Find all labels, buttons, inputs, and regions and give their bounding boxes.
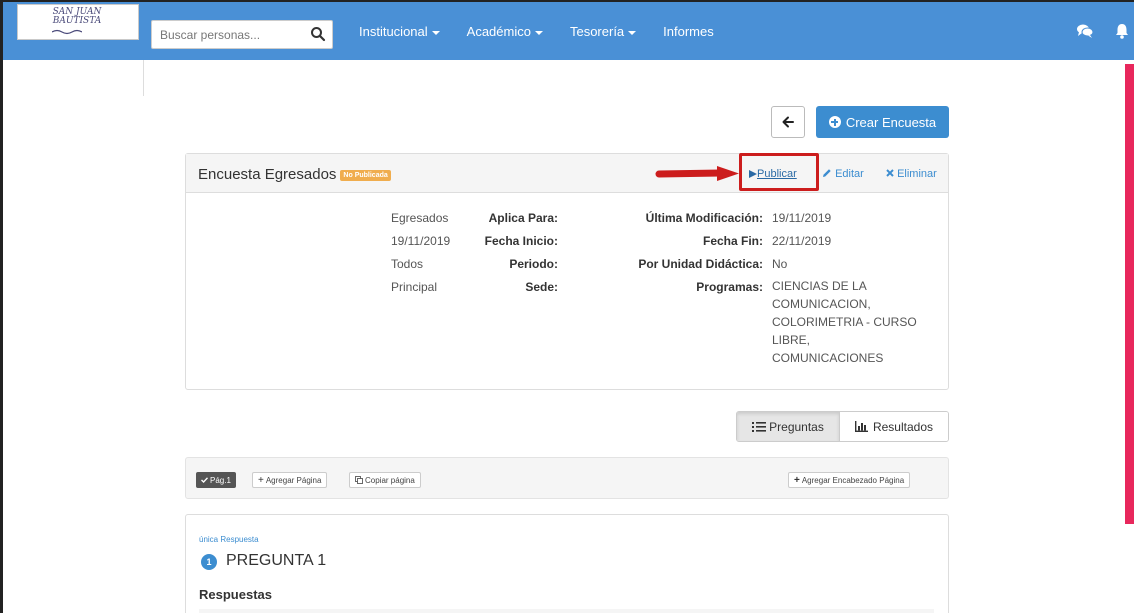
menu-institucional[interactable]: Institucional [359,24,440,39]
menu-academico[interactable]: Académico [467,24,543,39]
question-number-badge: 1 [201,554,217,570]
pencil-icon [823,169,831,177]
answers-heading: Respuestas [199,587,272,602]
add-page-header-label: Agregar Encabezado Página [801,475,905,485]
field-value-sede: Principal [391,280,438,294]
add-page-label: Agregar Página [265,475,322,485]
field-label-programas: Programas: [696,280,763,294]
plus-icon: + [794,474,800,486]
field-label-sede: Sede: [525,280,558,294]
check-icon [201,477,208,483]
programas-line: COMUNICACIONES [772,351,884,365]
field-value-programas: CIENCIAS DE LA COMUNICACION, COLORIMETRI… [772,277,917,367]
page-1-label: Pág.1 [210,475,231,485]
survey-title: Encuesta Egresados No Publicada [198,166,391,183]
create-survey-label: Crear Encuesta [845,114,937,130]
institution-logo[interactable]: SAN JUAN BAUTISTA [17,4,139,40]
add-page-button[interactable]: + Agregar Página [252,472,328,488]
field-value-fecha-inicio: 19/11/2019 [391,234,451,248]
copy-icon [355,476,363,484]
menu-academico-label: Académico [466,24,531,39]
caret-down-icon [628,30,637,35]
plus-circle-icon [828,116,841,128]
programas-line: COMUNICACION, [772,297,871,311]
publish-highlight-box [739,153,819,191]
menu-tesoreria[interactable]: Tesorería [569,24,637,39]
logo-text: SAN JUAN BAUTISTA [52,7,102,26]
sidebar-divider [143,60,144,96]
list-ol-icon [752,421,767,432]
arrow-left-icon [782,116,794,128]
caret-down-icon [431,30,440,35]
delete-label: Eliminar [897,168,937,180]
back-button[interactable] [771,106,805,138]
menu-informes[interactable]: Informes [663,24,714,39]
right-accent-bar [1125,64,1134,524]
question-card: única Respuesta 1 PREGUNTA 1 Respuestas [185,514,949,613]
programas-line: CIENCIAS DE LA [772,279,867,293]
app-window: SAN JUAN BAUTISTA Institucional Académic… [0,0,1134,613]
survey-title-text: Encuesta Egresados [198,166,337,183]
field-value-fecha-fin: 22/11/2019 [772,234,832,248]
tab-preguntas-label: Preguntas [769,419,824,434]
survey-card: Encuesta Egresados No Publicada Publicar … [185,153,949,390]
tab-resultados-label: Resultados [872,419,934,434]
edit-link[interactable]: Editar [822,168,864,180]
comments-icon[interactable] [1076,22,1094,40]
page-1-button[interactable]: Pág.1 [196,472,236,488]
main-menu: Institucional Académico Tesorería Inform… [359,24,741,39]
copy-page-label: Copiar página [365,475,415,485]
page-toolbar: Pág.1 + Agregar Página Copiar página + A… [185,457,949,499]
times-icon [886,169,894,177]
menu-institucional-label: Institucional [359,24,428,39]
field-value-periodo: Todos [391,257,424,271]
field-label-ultima-modificacion: Última Modificación: [645,211,763,225]
menu-tesoreria-label: Tesorería [569,24,625,39]
question-type: única Respuesta [199,535,259,544]
create-survey-button[interactable]: Crear Encuesta [816,106,949,138]
question-title: PREGUNTA 1 [226,552,327,569]
field-label-por-unidad-didactica: Por Unidad Didáctica: [638,257,763,271]
copy-page-button[interactable]: Copiar página [349,472,421,488]
search-input[interactable] [152,21,302,48]
bar-chart-icon [854,421,868,432]
answers-list [199,609,934,613]
field-label-fecha-inicio: Fecha Inicio: [484,234,558,248]
logo-ornament-icon [52,29,82,35]
field-label-fecha-fin: Fecha Fin: [702,234,763,248]
tab-resultados[interactable]: Resultados [840,412,948,441]
field-label-aplica-para: Aplica Para: [488,211,558,225]
tab-preguntas[interactable]: Preguntas [737,412,840,441]
field-value-ultima-modificacion: 19/11/2019 [772,211,832,225]
view-tabs: Preguntas Resultados [736,411,949,442]
annotation-arrow-icon [655,166,739,181]
programas-line: COLORIMETRIA - CURSO [772,315,917,329]
search-box [151,20,333,49]
field-value-por-unidad-didactica: No [772,257,788,271]
field-value-aplica-para: Egresados [391,211,449,225]
survey-card-header: Encuesta Egresados No Publicada Publicar … [186,154,948,193]
caret-down-icon [534,30,543,35]
menu-informes-label: Informes [663,24,714,39]
field-label-periodo: Periodo: [509,257,558,271]
search-icon[interactable] [310,26,326,42]
add-page-header-button[interactable]: + Agregar Encabezado Página [788,472,911,488]
top-navbar: SAN JUAN BAUTISTA Institucional Académic… [3,2,1134,60]
edit-label: Editar [835,168,864,180]
delete-link[interactable]: Eliminar [886,168,937,180]
bell-icon[interactable] [1113,22,1131,40]
plus-icon: + [258,474,264,486]
programas-line: LIBRE, [772,333,811,347]
status-badge: No Publicada [340,170,391,181]
